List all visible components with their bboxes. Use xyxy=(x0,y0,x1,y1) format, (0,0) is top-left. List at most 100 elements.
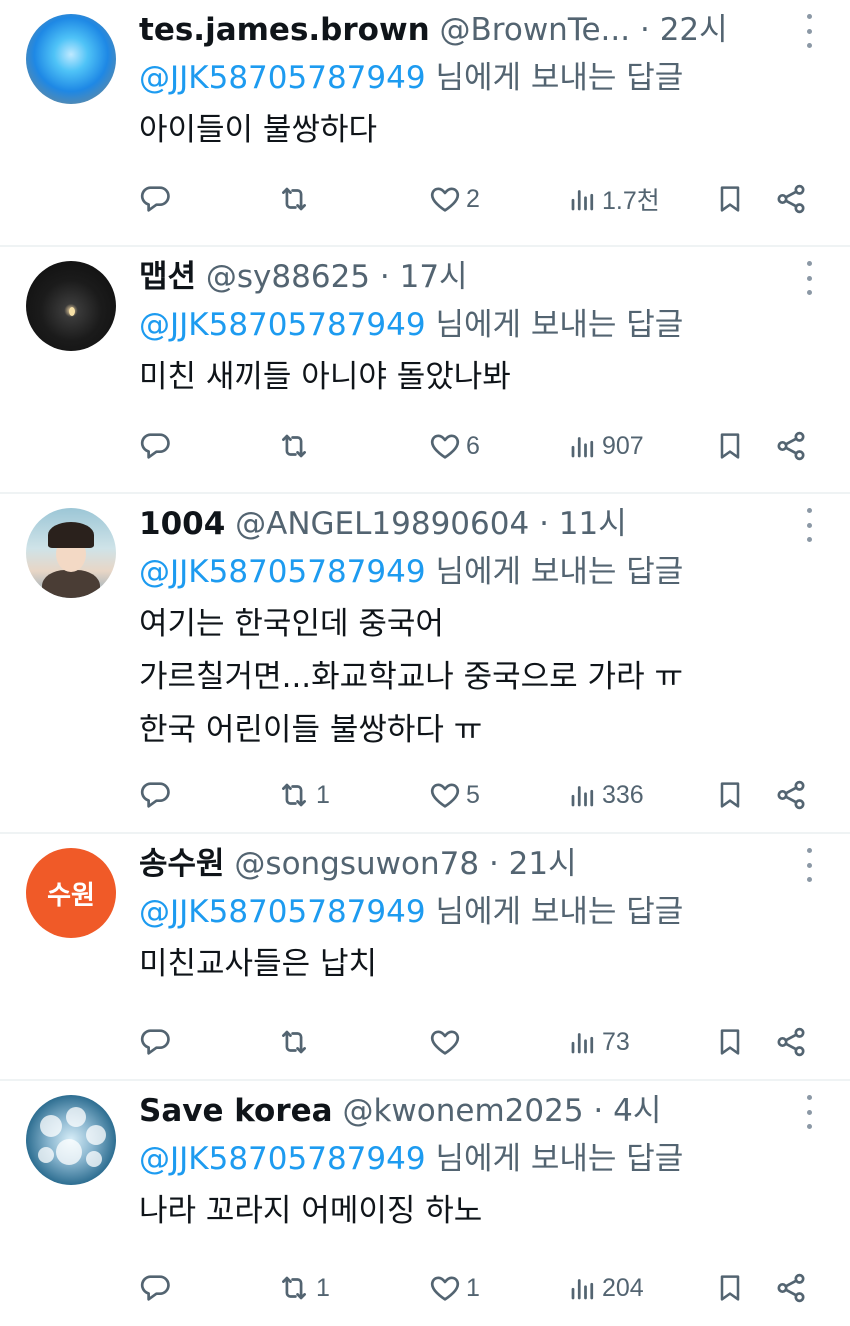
share-icon xyxy=(774,429,808,463)
tweet-text-line: 미친 새끼들 아니야 돌았나봐 xyxy=(139,359,511,395)
bookmark-button[interactable] xyxy=(714,770,746,820)
repost-icon xyxy=(276,182,312,216)
share-button[interactable] xyxy=(774,1263,808,1313)
display-name[interactable]: 1004 xyxy=(139,506,225,542)
more-options-icon[interactable] xyxy=(804,1095,814,1129)
tweet[interactable]: tes.james.brown @BrownTe... · 22시 @JJK58… xyxy=(0,0,850,247)
separator-dot: · xyxy=(379,259,390,295)
tweet-text-line: 미친교사들은 납치 xyxy=(139,946,378,982)
display-name[interactable]: Save korea xyxy=(139,1093,333,1129)
user-handle[interactable]: @sy88625 xyxy=(206,259,370,295)
user-handle[interactable]: @songsuwon78 xyxy=(234,846,479,882)
tweet-header: 1004 @ANGEL19890604 · 11시 xyxy=(139,502,790,546)
share-button[interactable] xyxy=(774,1017,808,1067)
views-button[interactable]: 1.7천 xyxy=(568,174,660,224)
display-name[interactable]: 송수원 xyxy=(139,846,225,882)
views-button[interactable]: 907 xyxy=(568,421,644,471)
views-button[interactable]: 204 xyxy=(568,1263,644,1313)
more-options-icon[interactable] xyxy=(804,261,814,295)
separator-dot: · xyxy=(639,12,650,48)
avatar[interactable] xyxy=(26,261,116,351)
mention-link[interactable]: @JJK58705787949 xyxy=(139,894,426,930)
like-button[interactable]: 5 xyxy=(428,770,480,820)
repost-button[interactable] xyxy=(276,174,316,224)
portrait-body xyxy=(42,570,100,598)
repost-button[interactable] xyxy=(276,421,316,471)
bookmark-button[interactable] xyxy=(714,174,746,224)
reply-icon xyxy=(138,182,172,216)
action-bar: 1 1 204 xyxy=(0,1263,850,1313)
reply-icon xyxy=(138,1271,172,1305)
avatar[interactable] xyxy=(26,508,116,598)
likes-count: 2 xyxy=(466,184,480,213)
avatar-bubble xyxy=(40,1115,62,1137)
like-button[interactable] xyxy=(428,1017,466,1067)
avatar[interactable]: 수원 xyxy=(26,848,116,938)
display-name[interactable]: 맵션 xyxy=(139,259,196,295)
timestamp[interactable]: 4시 xyxy=(613,1093,661,1129)
timestamp[interactable]: 17시 xyxy=(400,259,468,295)
share-button[interactable] xyxy=(774,421,808,471)
heart-icon xyxy=(428,778,462,812)
reply-icon xyxy=(138,1025,172,1059)
reply-button[interactable] xyxy=(138,421,172,471)
tweet-text: 여기는 한국인데 중국어 가르칠거면...화교학교나 중국으로 가라 ㅠ 한국 … xyxy=(139,598,683,757)
timestamp[interactable]: 21시 xyxy=(509,846,577,882)
views-count: 907 xyxy=(602,431,644,460)
views-button[interactable]: 73 xyxy=(568,1017,630,1067)
mention-link[interactable]: @JJK58705787949 xyxy=(139,60,426,96)
reply-button[interactable] xyxy=(138,174,172,224)
tweet-header: 송수원 @songsuwon78 · 21시 xyxy=(139,842,790,886)
tweet-text-line: 여기는 한국인데 중국어 xyxy=(139,606,444,642)
like-button[interactable]: 2 xyxy=(428,174,480,224)
tweet-text-line: 나라 꼬라지 어메이징 하노 xyxy=(139,1193,483,1229)
user-handle[interactable]: @kwonem2025 xyxy=(342,1093,583,1129)
tweet[interactable]: Save korea @kwonem2025 · 4시 @JJK58705787… xyxy=(0,1081,850,1326)
mention-link[interactable]: @JJK58705787949 xyxy=(139,307,426,343)
reply-button[interactable] xyxy=(138,1263,172,1313)
mention-link[interactable]: @JJK58705787949 xyxy=(139,1141,426,1177)
repost-button[interactable] xyxy=(276,1017,316,1067)
more-options-icon[interactable] xyxy=(804,14,814,48)
bookmark-button[interactable] xyxy=(714,421,746,471)
share-button[interactable] xyxy=(774,770,808,820)
action-bar: 6 907 xyxy=(0,421,850,471)
bookmark-icon xyxy=(714,182,746,216)
bookmark-button[interactable] xyxy=(714,1263,746,1313)
tweet-text: 나라 꼬라지 어메이징 하노 xyxy=(139,1185,482,1238)
like-button[interactable]: 6 xyxy=(428,421,480,471)
repost-button[interactable]: 1 xyxy=(276,770,330,820)
share-button[interactable] xyxy=(774,174,808,224)
bookmark-button[interactable] xyxy=(714,1017,746,1067)
views-icon xyxy=(568,1271,598,1305)
timestamp[interactable]: 22시 xyxy=(660,12,728,48)
reply-context-label: 님에게 보내는 답글 xyxy=(435,894,684,930)
more-options-icon[interactable] xyxy=(804,848,814,882)
timestamp[interactable]: 11시 xyxy=(559,506,627,542)
tweet-text-line: 아이들이 불쌍하다 xyxy=(139,112,378,148)
avatar-bubble xyxy=(38,1147,54,1163)
action-bar: 2 1.7천 xyxy=(0,174,850,224)
separator-dot: · xyxy=(593,1093,604,1129)
user-handle[interactable]: @BrownTe... xyxy=(440,12,631,48)
mention-link[interactable]: @JJK58705787949 xyxy=(139,554,426,590)
avatar[interactable] xyxy=(26,14,116,104)
tweet[interactable]: 맵션 @sy88625 · 17시 @JJK58705787949 님에게 보내… xyxy=(0,247,850,494)
views-button[interactable]: 336 xyxy=(568,770,644,820)
reply-button[interactable] xyxy=(138,1017,172,1067)
tweet-header: Save korea @kwonem2025 · 4시 xyxy=(139,1089,790,1133)
portrait-hair xyxy=(48,522,94,548)
avatar-bubble xyxy=(56,1139,82,1165)
reply-icon xyxy=(138,429,172,463)
tweet[interactable]: 1004 @ANGEL19890604 · 11시 @JJK5870578794… xyxy=(0,494,850,834)
views-count: 1.7천 xyxy=(602,187,660,215)
reply-button[interactable] xyxy=(138,770,172,820)
more-options-icon[interactable] xyxy=(804,508,814,542)
like-button[interactable]: 1 xyxy=(428,1263,480,1313)
user-handle[interactable]: @ANGEL19890604 xyxy=(235,506,529,542)
repost-button[interactable]: 1 xyxy=(276,1263,330,1313)
display-name[interactable]: tes.james.brown xyxy=(139,12,430,48)
avatar[interactable] xyxy=(26,1095,116,1185)
separator-dot: · xyxy=(488,846,499,882)
tweet[interactable]: 수원 송수원 @songsuwon78 · 21시 @JJK5870578794… xyxy=(0,834,850,1081)
